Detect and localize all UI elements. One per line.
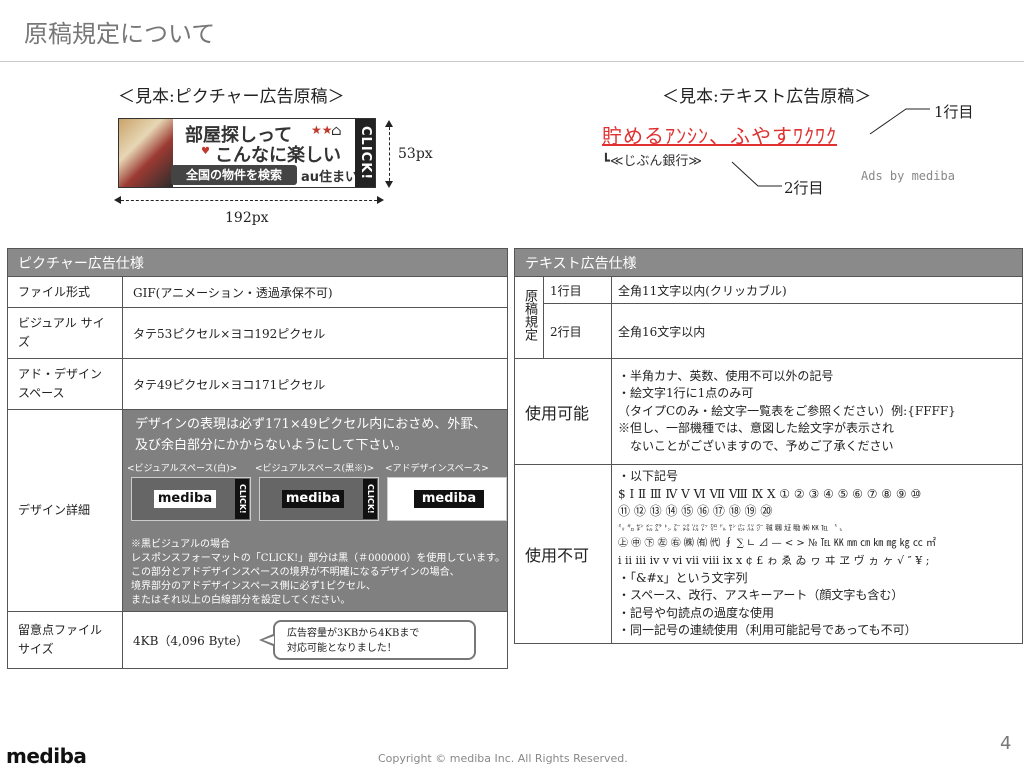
spec-key-design-space: アド・デザイン スペース [7, 358, 123, 410]
forbidden-line: ⅰ ⅱ ⅲ ⅳ ⅴ ⅵ ⅶ ⅷ ⅸ ⅹ ¢ £ ゎ ゑ ゐ ヮ ヰ ヱ ヴ ヵ … [618, 554, 930, 567]
note-line: この部分とアドデザインスペースの境界が不明確になるデザインの場合、 [131, 567, 460, 578]
manuscript-rules-label: 原稿規定 [514, 276, 544, 359]
spec-value-design-space: タテ49ピクセル×ヨコ171ピクセル [122, 358, 508, 410]
allowed-line: ないことがございますので、予めご了承ください [618, 438, 894, 453]
manuscript-rules-text: 原稿規定 [522, 289, 537, 341]
allowed-line: ・絵文字1行に1点のみ可 [618, 386, 754, 401]
row1-key: 1行目 [543, 276, 612, 304]
design-intro-line1: デザインの表現は必ず171×49ピクセル内におさめ、外罫、 [135, 417, 487, 432]
width-label: 192px [225, 210, 269, 226]
spec-key-visual-size: ビジュアル サイズ [7, 307, 123, 359]
caption-white-visual: <ビジュアルスペース(白)> [127, 464, 238, 474]
banner-line2: こんなに楽しい [215, 145, 341, 166]
forbidden-list: ・以下記号 $ Ⅰ Ⅱ Ⅲ Ⅳ Ⅴ Ⅵ Ⅶ Ⅷ Ⅸ Ⅹ ① ② ③ ④ ⑤ ⑥ … [611, 464, 1023, 644]
file-size-callout: 広告容量が3KBから4KBまで 対応可能となりました！ [259, 620, 476, 660]
line2-callout [731, 161, 782, 187]
forbidden-key: 使用不可 [514, 464, 612, 644]
footer-copyright: Copyright © mediba Inc. All Rights Reser… [378, 752, 628, 765]
spec-value-format: GIF(アニメーション・透過承保不可) [122, 276, 508, 308]
mediba-logo: mediba [282, 490, 344, 508]
picture-spec-header: ピクチャー広告仕様 [7, 248, 508, 277]
forbidden-line: ・記号や句読点の過度な使用 [618, 605, 775, 620]
allowed-key: 使用可能 [514, 358, 612, 465]
line2-label: 2行目 [784, 179, 824, 197]
row1-value: 全角11文字以内(クリッカブル) [611, 276, 1023, 304]
row2-key: 2行目 [543, 303, 612, 359]
thumb-white-visual: mediba CLICK! [131, 477, 251, 521]
spec-value-visual-size: タテ53ピクセル×ヨコ192ピクセル [122, 307, 508, 359]
house-icon: ⌂ [331, 123, 342, 139]
forbidden-line: ・同一記号の連続使用（利用可能記号であっても不可） [618, 623, 917, 637]
note-line: ※黒ビジュアルの場合 [131, 539, 230, 550]
forbidden-line: ⑪ ⑫ ⑬ ⑭ ⑮ ⑯ ⑰ ⑱ ⑲ ⑳ [618, 504, 773, 518]
star-icon: ★★ [311, 123, 333, 137]
design-detail-panel: デザインの表現は必ず171×49ピクセル内におさめ、外罫、 及び余白部分にかから… [122, 409, 508, 612]
note-line: またはそれ以上の白線部分を設定してください。 [131, 595, 351, 606]
design-intro-line2: 及び余白部分にかからないようにして下さい。 [135, 438, 408, 453]
mediba-logo: mediba [154, 490, 216, 508]
forbidden-line: $ Ⅰ Ⅱ Ⅲ Ⅳ Ⅴ Ⅵ Ⅶ Ⅷ Ⅸ Ⅹ ① ② ③ ④ ⑤ ⑥ ⑦ ⑧ ⑨ … [618, 486, 922, 501]
spec-value-file-size: 4KB（4,096 Byte） 広告容量が3KBから4KBまで 対応可能となりま… [122, 611, 508, 669]
row2-value: 全角16文字以内 [611, 303, 1023, 359]
forbidden-line: ㊤ ㊥ ㊦ ㊧ ㊨ ㈱ ㈲ ㈹ ∮ ∑ ∟ ⊿ — < > № ℡ ㏍ ㎜ ㎝ … [618, 537, 937, 549]
banner-brand: au住まい [301, 170, 359, 185]
banner-search-label: 全国の物件を検索 [171, 165, 297, 185]
design-intro: デザインの表現は必ず171×49ピクセル内におさめ、外罫、 及び余白部分にかから… [135, 414, 486, 456]
file-size-value: 4KB（4,096 Byte） [133, 633, 249, 648]
text-ad-line2: ┗≪じぶん銀行≫ [602, 154, 703, 169]
forbidden-line: ・以下記号 [618, 469, 679, 483]
forbidden-line: ㍉ ㌔ ㌢ ㍍ ㌘ ㌧ ㌃ ㌶ ㍑ ㍗ ㌍ ㌦ ㌣ ㌫ ㍊ ㌻ ㍻ ㍼ ㍽ ㍾ … [618, 523, 847, 532]
caption-design-space: <アドデザインスペース> [385, 464, 489, 474]
callout-line1: 広告容量が3KBから4KBまで [287, 628, 420, 639]
allowed-line: （タイプCのみ・絵文字一覧表をご参照ください）例:{FFFF} [618, 403, 956, 418]
thumb-design-space: mediba [387, 477, 507, 521]
mediba-logo: mediba [414, 490, 484, 508]
picture-sample-caption: ＜見本:ピクチャー広告原稿＞ [118, 87, 345, 107]
spec-key-file-size: 留意点ファイル サイズ [7, 611, 123, 669]
page-number: 4 [1000, 733, 1012, 754]
allowed-list: ・半角カナ、英数、使用不可以外の記号 ・絵文字1行に1点のみ可 （タイプCのみ・… [611, 358, 1023, 465]
thumb-click: CLICK! [235, 479, 249, 519]
text-sample-caption: ＜見本:テキスト広告原稿＞ [662, 87, 872, 107]
height-dimension-arrow [384, 120, 393, 188]
forbidden-line: ・「&#x」という文字列 [618, 570, 748, 585]
footer-logo: mediba [6, 744, 87, 768]
height-label: 53px [398, 146, 433, 162]
caption-black-visual: <ビジュアルスペース(黒※)> [255, 464, 375, 474]
note-line: レスポンスフォーマットの「CLICK!」部分は黒（＃000000）を使用していま… [131, 553, 506, 564]
picture-ad-banner: 部屋探しって ★★ ⌂ ♥ こんなに楽しい 全国の物件を検索 au住まい CLI… [118, 118, 376, 188]
callout-line2: 対応可能となりました！ [287, 643, 397, 654]
title-divider [0, 61, 1024, 62]
line1-callout [869, 108, 930, 135]
note-line: 境界部分のアドデザインスペース側に必ず1ピクセル、 [131, 581, 376, 592]
allowed-line: ※但し、一部機種では、意図した絵文字が表示され [618, 421, 895, 436]
text-spec-header: テキスト広告仕様 [514, 248, 1023, 277]
picture-spec-table: ピクチャー広告仕様 ファイル形式 GIF(アニメーション・透過承保不可) ビジュ… [7, 248, 508, 669]
banner-click-button: CLICK! [355, 119, 375, 187]
banner-illustration [119, 119, 173, 187]
allowed-line: ・半角カナ、英数、使用不可以外の記号 [618, 368, 834, 383]
width-dimension-arrow [114, 195, 384, 204]
spec-key-format: ファイル形式 [7, 276, 123, 308]
ads-by-mediba: Ads by mediba [861, 169, 955, 183]
line1-label: 1行目 [934, 103, 974, 121]
design-note: ※黒ビジュアルの場合 レスポンスフォーマットの「CLICK!」部分は黒（＃000… [131, 538, 505, 608]
page-title: 原稿規定について [24, 20, 216, 48]
text-ad-line1: 貯めるｱﾝｼﾝ、ふやすﾜｸﾜｸ [602, 124, 837, 148]
thumb-click: CLICK! [363, 479, 377, 519]
text-spec-table: テキスト広告仕様 原稿規定 1行目 全角11文字以内(クリッカブル) 2行目 全… [514, 248, 1023, 644]
forbidden-line: ・スペース、改行、アスキーアート（顔文字も含む） [618, 588, 904, 602]
thumb-black-visual: mediba CLICK! [259, 477, 379, 521]
heart-icon: ♥ [201, 146, 210, 157]
spec-key-design-detail: デザイン詳細 [7, 409, 123, 612]
